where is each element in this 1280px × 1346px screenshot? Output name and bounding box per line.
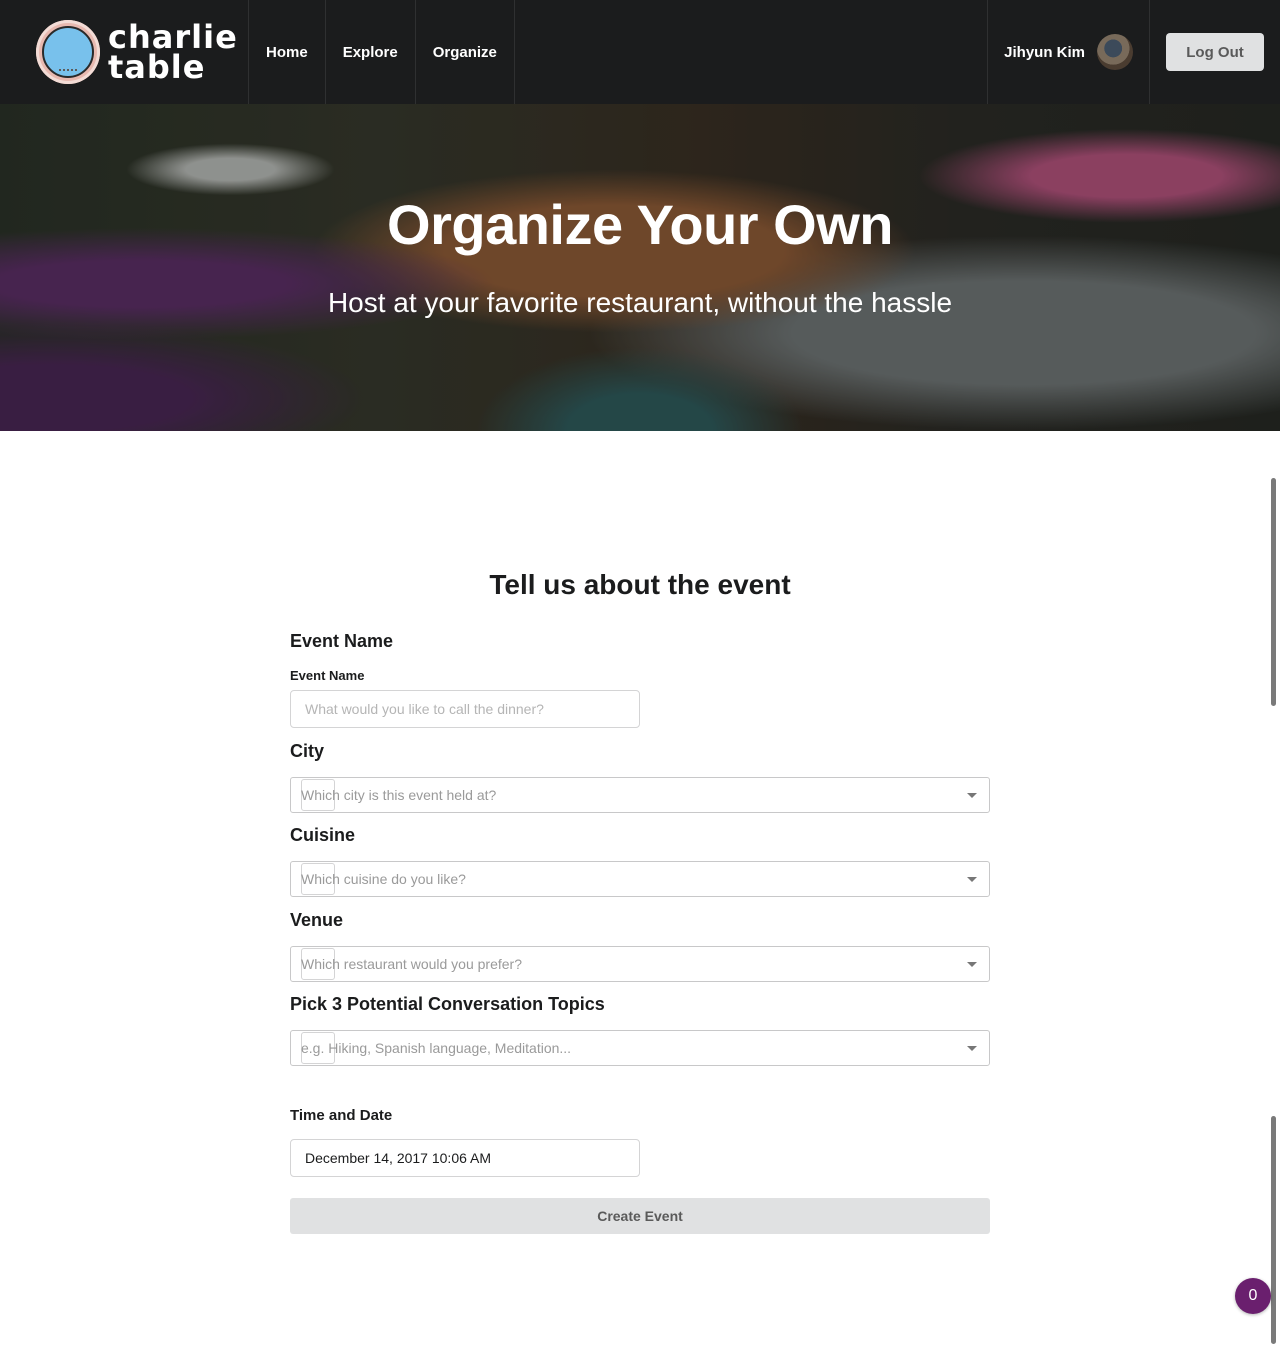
avatar [1097, 34, 1133, 70]
caret-down-icon [967, 877, 977, 882]
venue-dropdown[interactable]: Which restaurant would you prefer? [290, 946, 990, 982]
event-name-field-label: Event Name [290, 668, 365, 683]
city-section-label: City [290, 741, 325, 761]
hero-banner: Organize Your Own Host at your favorite … [0, 104, 1280, 431]
scrollbar-thumb-lower[interactable] [1271, 1116, 1276, 1344]
nav-explore-link[interactable]: Explore [324, 0, 415, 104]
hero-title: Organize Your Own [387, 193, 893, 256]
create-event-button[interactable]: Create Event [290, 1198, 990, 1234]
brand-logo[interactable]: charlie table [0, 0, 248, 104]
topics-section-label: Pick 3 Potential Conversation Topics [290, 994, 605, 1014]
hero-photo-overlay [0, 104, 1280, 431]
caret-down-icon [967, 962, 977, 967]
logo-plate-icon [36, 20, 100, 84]
cuisine-dropdown[interactable]: Which cuisine do you like? [290, 861, 990, 897]
form-heading: Tell us about the event [489, 569, 791, 600]
cuisine-section-label: Cuisine [290, 825, 356, 845]
datetime-input[interactable] [290, 1139, 640, 1177]
scrollbar-thumb[interactable] [1271, 478, 1276, 706]
logout-button[interactable]: Log Out [1166, 33, 1264, 71]
hero-subtitle: Host at your favorite restaurant, withou… [327, 287, 953, 318]
topics-placeholder: e.g. Hiking, Spanish language, Meditatio… [301, 1040, 572, 1056]
datetime-label: Time and Date [290, 1107, 393, 1124]
topics-multiselect[interactable]: e.g. Hiking, Spanish language, Meditatio… [290, 1030, 990, 1066]
cuisine-placeholder: Which cuisine do you like? [301, 871, 466, 887]
notification-badge[interactable]: 0 [1235, 1278, 1271, 1314]
brand-name: charlie table [108, 21, 238, 86]
user-menu[interactable]: Jihyun Kim [987, 0, 1150, 104]
venue-placeholder: Which restaurant would you prefer? [301, 956, 522, 972]
logout-container: Log Out [1150, 0, 1280, 104]
brand-line-2: table [108, 48, 206, 86]
city-dropdown[interactable]: Which city is this event held at? [290, 777, 990, 813]
top-navbar: charlie table Home Explore Organize Jihy… [0, 0, 1280, 104]
venue-section-label: Venue [290, 910, 344, 930]
user-name: Jihyun Kim [1004, 43, 1085, 61]
city-placeholder: Which city is this event held at? [301, 787, 497, 803]
caret-down-icon [967, 793, 977, 798]
event-name-section-label: Event Name [290, 631, 394, 651]
nav-organize-link[interactable]: Organize [414, 0, 515, 104]
event-name-input[interactable] [290, 690, 640, 728]
nav-home-link[interactable]: Home [248, 0, 325, 104]
caret-down-icon [967, 1046, 977, 1051]
